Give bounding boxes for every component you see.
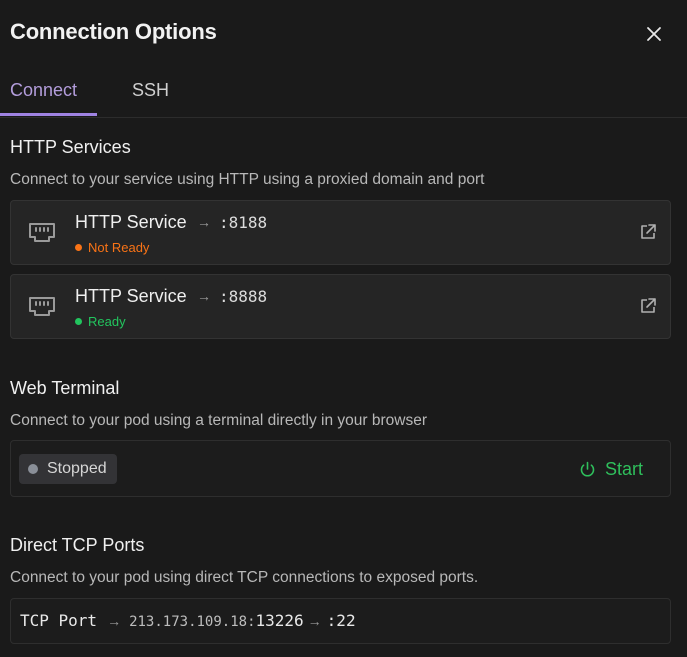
http-service-card: HTTP Service → :8888 Ready [10,274,671,339]
start-button-label: Start [605,458,644,479]
active-tab-indicator [0,113,97,116]
start-terminal-button[interactable]: Start [579,455,659,483]
status-ready: Ready [75,314,126,329]
tcp-public-port: 13226 [255,611,304,630]
close-icon [647,27,661,41]
ethernet-port-icon [29,223,55,242]
power-icon [580,461,595,476]
status-label: Not Ready [88,240,150,255]
external-link-icon[interactable] [639,297,657,315]
tab-bar: Connect SSH [0,66,687,118]
tcp-ip-address: 213.173.109.18: [129,614,256,630]
status-dot [75,318,82,325]
tcp-port-row[interactable]: TCP Port → 213.173.109.18: 13226 → :22 [20,611,356,630]
close-button[interactable] [640,20,668,48]
ethernet-port-icon [29,297,55,316]
status-dot [75,244,82,251]
tcp-port-card: TCP Port → 213.173.109.18: 13226 → :22 [10,598,671,644]
service-port: :8888 [219,287,268,306]
arrow-right-icon: → [197,288,211,304]
service-port: :8188 [219,213,268,232]
status-not-ready: Not Ready [75,240,149,255]
external-link-icon[interactable] [639,223,657,241]
terminal-status-badge: Stopped [19,454,117,484]
http-service-card: HTTP Service → :8188 Not Ready [10,200,671,265]
arrow-right-icon: → [197,214,211,230]
tab-connect[interactable]: Connect [10,80,77,116]
dialog-title: Connection Options [10,19,217,44]
status-label: Ready [88,314,126,329]
service-name: HTTP Service [75,212,187,232]
tcp-internal-port: :22 [326,611,356,630]
service-name: HTTP Service [75,286,187,306]
tab-ssh[interactable]: SSH [132,80,169,116]
http-services-title: HTTP Services [10,137,131,157]
web-terminal-description: Connect to your pod using a terminal dir… [10,412,427,429]
arrow-right-icon: → [107,613,122,629]
web-terminal-card: Stopped Start [10,440,671,497]
terminal-status-label: Stopped [47,460,107,477]
dialog-header: Connection Options [0,0,687,66]
tcp-port-label: TCP Port [20,611,98,630]
tcp-ports-title: Direct TCP Ports [10,535,145,555]
status-dot [28,464,38,474]
tcp-ports-description: Connect to your pod using direct TCP con… [10,569,479,586]
arrow-right-icon: → [307,613,322,629]
web-terminal-title: Web Terminal [10,378,120,398]
http-services-description: Connect to your service using HTTP using… [10,171,485,188]
